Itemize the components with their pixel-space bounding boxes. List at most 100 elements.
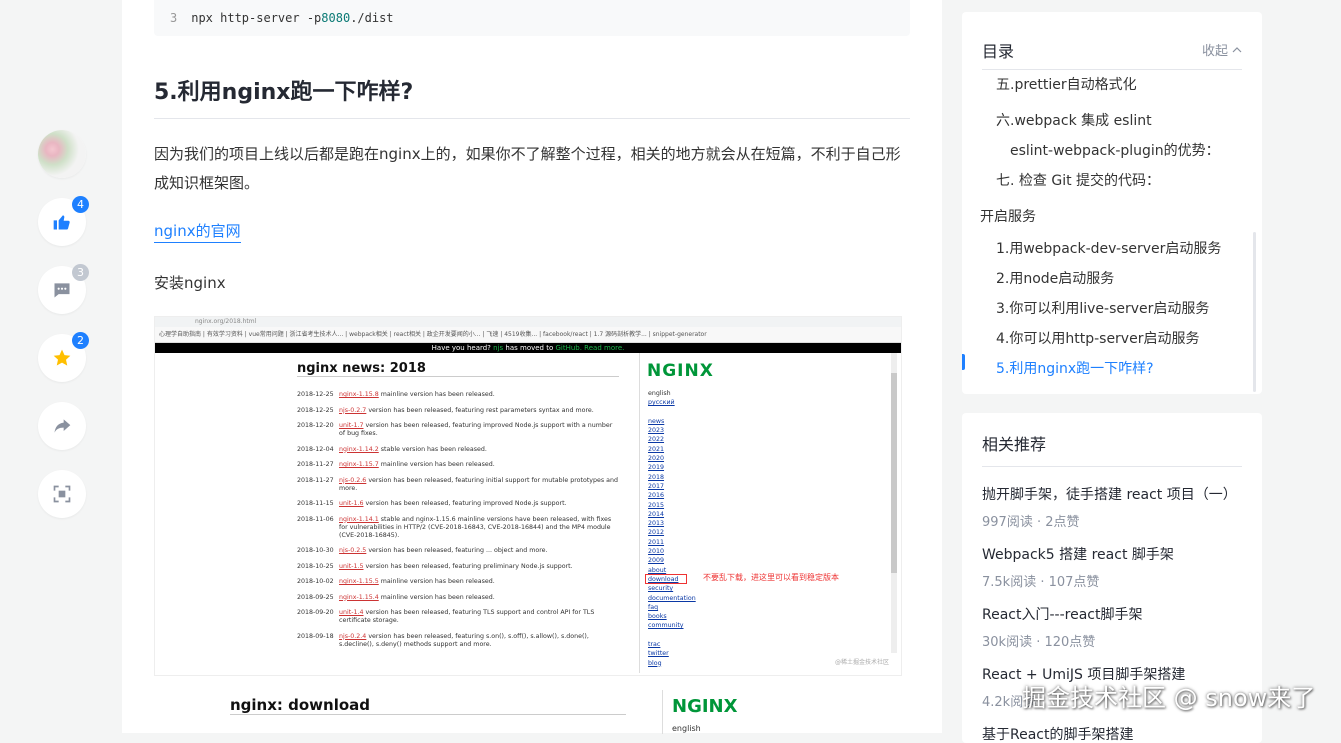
nginx-nav-item[interactable]: 2023 [648, 426, 696, 435]
focus-icon [53, 485, 71, 503]
author-avatar[interactable] [38, 130, 86, 178]
toc-item[interactable]: 七. 检查 Git 提交的代码： [996, 170, 1160, 190]
nginx-nav-list: english русский news 2023 2022 2021 2020 2019 2… [648, 389, 696, 668]
nginx-nav-item[interactable] [648, 408, 696, 417]
nginx-nav-item[interactable]: 2022 [648, 435, 696, 444]
toc-item[interactable]: 5.利用nginx跑一下咋样? [996, 358, 1154, 378]
nginx-nav-item[interactable]: news [648, 417, 696, 426]
nginx-nav-item[interactable]: community [648, 621, 696, 630]
nginx-nav-item[interactable] [648, 631, 696, 640]
code-port: 8080 [321, 11, 351, 25]
comment-button[interactable]: 3 [38, 264, 89, 314]
news-date: 2018-10-02 [297, 578, 334, 585]
nginx-nav-item[interactable]: 2018 [648, 473, 696, 482]
nginx-nav-item[interactable]: 2009 [648, 556, 696, 565]
news-body: nginx-1.15.7 mainline version has been r… [339, 461, 495, 469]
news-row: 2018-12-25 nginx-1.15.8 mainline version … [297, 391, 619, 399]
news-date: 2018-11-06 [297, 515, 334, 523]
news-link[interactable]: nginx-1.15.8 [339, 391, 379, 398]
news-text: version has been released, featuring ini… [339, 476, 619, 492]
news-link[interactable]: njs-0.2.7 [339, 407, 366, 414]
toc-item[interactable]: 4.你可以用http-server启动服务 [996, 328, 1199, 348]
news-row: 2018-11-06 nginx-1.14.1 stable and nginx-… [297, 516, 619, 540]
star-icon [53, 349, 71, 366]
nginx-nav-item[interactable]: english [648, 389, 696, 398]
nginx-nav-item[interactable]: 2015 [648, 501, 696, 510]
news-date: 2018-12-25 [297, 391, 334, 398]
nginx-official-link[interactable]: nginx的官网 [154, 220, 241, 243]
toc-item[interactable]: 3.你可以利用live-server启动服务 [996, 298, 1209, 318]
news-body: unit-1.7 version has been released, feat… [339, 422, 619, 438]
toc-item[interactable]: 开启服务 [980, 206, 1036, 226]
related-item-title: 基于React的脚手架搭建 [982, 727, 1134, 743]
nginx-nav-item[interactable]: 2012 [648, 528, 696, 537]
nginx-nav-item[interactable]: blog [648, 659, 696, 668]
nginx-nav-item[interactable]: 2013 [648, 519, 696, 528]
news-date: 2018-10-25 [297, 562, 334, 570]
like-count-badge: 4 [72, 196, 89, 213]
news-row: 2018-10-30 njs-0.2.5 version has been rel… [297, 547, 619, 555]
news-link[interactable]: nginx-1.14.2 [339, 446, 379, 453]
share-button[interactable] [38, 402, 86, 450]
news-link[interactable]: nginx-1.15.7 [339, 461, 379, 468]
toc-item[interactable]: 1.用webpack-dev-server启动服务 [996, 238, 1221, 258]
toc-item[interactable]: 五.prettier自动格式化 [996, 74, 1137, 94]
nginx-nav-item[interactable]: 2016 [648, 491, 696, 500]
news-link[interactable]: njs-0.2.4 [339, 633, 366, 640]
nginx-nav-item[interactable]: 2021 [648, 445, 696, 454]
screenshot2-divider [662, 690, 663, 734]
nginx-news-screenshot: nginx.org/2018.html 心理学自助指南 | 有效学习资料 | v… [154, 316, 902, 676]
nginx-nav-item[interactable]: 2020 [648, 454, 696, 463]
news-text: version has been released, featuring imp… [339, 422, 613, 437]
news-link[interactable]: njs-0.2.5 [339, 547, 366, 554]
nginx-nav-item[interactable]: 2010 [648, 547, 696, 556]
toc-collapse-label: 收起 [1201, 44, 1228, 59]
nginx-nav-item[interactable]: documentation [648, 594, 696, 603]
nginx-nav-item[interactable]: русский [648, 398, 696, 407]
news-link[interactable]: unit-1.5 [339, 563, 364, 570]
news-link[interactable]: nginx-1.15.4 [339, 594, 379, 601]
fullscreen-button[interactable] [38, 470, 86, 518]
toc-collapse-button[interactable]: 收起 [1202, 40, 1242, 59]
nginx-nav-item[interactable]: faq [648, 603, 696, 612]
nginx-nav-item[interactable]: security [648, 584, 696, 593]
toc-item[interactable]: 2.用node启动服务 [996, 268, 1114, 288]
news-row: 2018-09-18 njs-0.2.4 version has been rel… [297, 633, 619, 649]
toc-item[interactable]: eslint-webpack-plugin的优势： [1010, 140, 1220, 160]
news-date: 2018-11-27 [297, 476, 334, 484]
news-link[interactable]: unit-1.6 [339, 500, 364, 507]
news-body: njs-0.2.4 version has been released, fea… [339, 633, 619, 649]
download-annotation: 不要乱下载，进这里可以看到稳定版本 [703, 573, 839, 582]
nginx-nav-item[interactable]: 2011 [648, 538, 696, 547]
nginx-nav-item[interactable]: books [648, 612, 696, 621]
news-text: mainline version has been released. [378, 593, 495, 601]
news-link[interactable]: unit-1.7 [339, 422, 364, 429]
nginx-nav-item[interactable]: trac [648, 640, 696, 649]
toc-scrollbar[interactable] [1253, 232, 1256, 392]
news-date: 2018-11-15 [297, 500, 334, 507]
like-button[interactable]: 4 [38, 196, 89, 246]
notice-github-link: GitHub [555, 344, 580, 352]
collect-count-badge: 2 [72, 332, 89, 349]
notice-text-2: has moved to [503, 344, 556, 352]
nginx-nav-item[interactable]: 2014 [648, 510, 696, 519]
news-link[interactable]: nginx-1.15.5 [339, 578, 379, 585]
nginx-nav-item[interactable]: 2019 [648, 463, 696, 472]
news-link[interactable]: unit-1.4 [339, 609, 364, 616]
news-body: njs-0.2.5 version has been released, fea… [339, 547, 548, 555]
news-row: 2018-10-25 unit-1.5 version has been rele… [297, 563, 619, 571]
news-text: version has been released, featuring pre… [363, 562, 573, 570]
share-icon [54, 419, 71, 433]
nginx-nav-item[interactable]: 2017 [648, 482, 696, 491]
news-link[interactable]: njs-0.2.6 [339, 477, 366, 484]
news-body: unit-1.6 version has been released, feat… [339, 500, 567, 508]
related-item[interactable]: 基于React的脚手架搭建 [982, 725, 1252, 743]
related-item[interactable]: React入门---react脚手架 30k阅读 · 120点赞 [982, 605, 1252, 650]
table-of-contents: 目录 收起 五.prettier自动格式化 六.webpack 集成 eslint… [962, 12, 1262, 394]
nginx-nav-item[interactable]: twitter [648, 649, 696, 658]
news-link[interactable]: nginx-1.14.1 [339, 516, 379, 523]
collect-button[interactable]: 2 [38, 332, 89, 382]
toc-item[interactable]: 六.webpack 集成 eslint [996, 110, 1152, 130]
related-item[interactable]: 抛开脚手架，徒手搭建 react 项目（一） 997阅读 · 2点赞 [982, 485, 1252, 530]
related-item[interactable]: Webpack5 搭建 react 脚手架 7.5k阅读 · 107点赞 [982, 545, 1252, 590]
